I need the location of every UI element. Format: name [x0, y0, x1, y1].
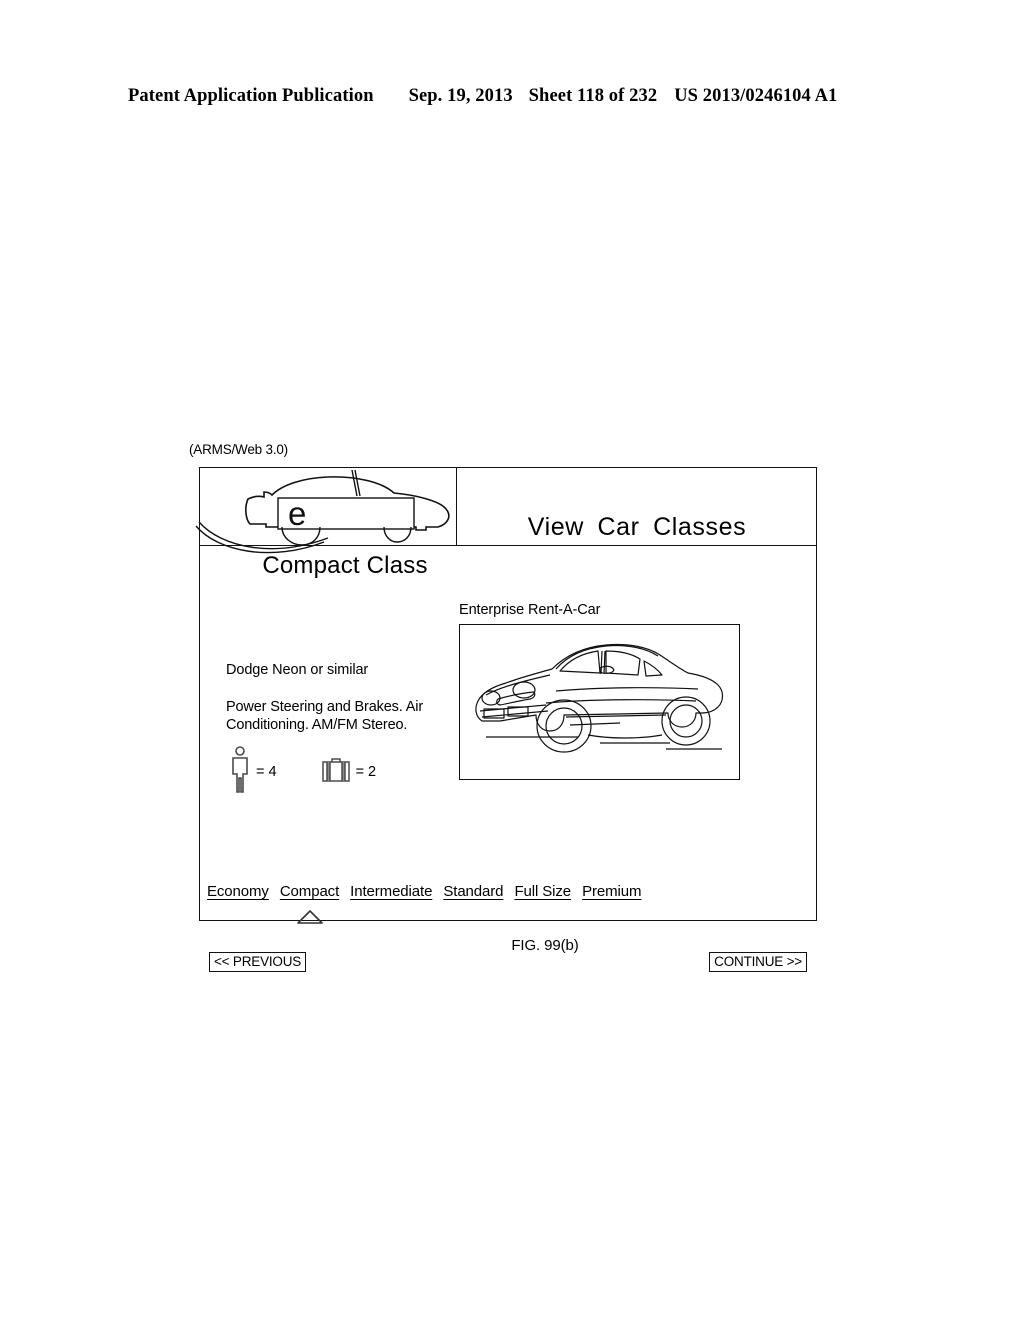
screen-body: Compact Class Enterprise Rent-A-Car Dodg…: [200, 546, 816, 972]
passenger-count-label: = 4: [256, 764, 277, 780]
screen-header: e View Car Classes: [195, 468, 818, 554]
continue-button[interactable]: CONTINUE >>: [709, 952, 807, 972]
figure-caption-text: FIG. 99(b): [511, 937, 579, 954]
figure-99b: (ARMS/Web 3.0) e View Car Classes Compac…: [0, 0, 1024, 1320]
selected-class-indicator-icon: [295, 908, 325, 926]
car-photo: [459, 624, 740, 780]
application-screen: e View Car Classes Compact Class Enterpr…: [195, 467, 818, 972]
class-link-compact[interactable]: Compact: [280, 883, 339, 900]
car-class-heading: Compact Class: [262, 552, 428, 579]
luggage-capacity: = 2: [321, 756, 377, 789]
car-model-text: Dodge Neon or similar: [226, 662, 369, 678]
car-class-nav: Economy Compact Intermediate Standard Fu…: [207, 883, 652, 900]
class-link-standard[interactable]: Standard: [443, 883, 503, 900]
previous-button[interactable]: << PREVIOUS: [209, 952, 307, 972]
figure-caption: FIG. 99(b): [0, 937, 1024, 954]
page-title-text: View Car Classes: [527, 513, 747, 541]
passenger-capacity: = 4: [229, 745, 277, 799]
system-version-label: (ARMS/Web 3.0): [189, 442, 288, 457]
logo-letter: e: [288, 495, 306, 532]
suitcase-icon: [321, 756, 351, 789]
class-link-intermediate[interactable]: Intermediate: [350, 883, 432, 900]
capacity-row: = 4 = 2: [229, 745, 377, 799]
class-link-economy[interactable]: Economy: [207, 883, 269, 900]
class-link-full-size[interactable]: Full Size: [514, 883, 571, 900]
person-icon: [229, 745, 251, 799]
car-features-text: Power Steering and Brakes. Air Condition…: [226, 699, 423, 733]
class-link-premium[interactable]: Premium: [582, 883, 641, 900]
vendor-label: Enterprise Rent-A-Car: [459, 602, 601, 618]
page-title: View Car Classes: [456, 468, 818, 546]
luggage-count-label: = 2: [355, 764, 377, 780]
enterprise-logo: e: [194, 466, 462, 554]
